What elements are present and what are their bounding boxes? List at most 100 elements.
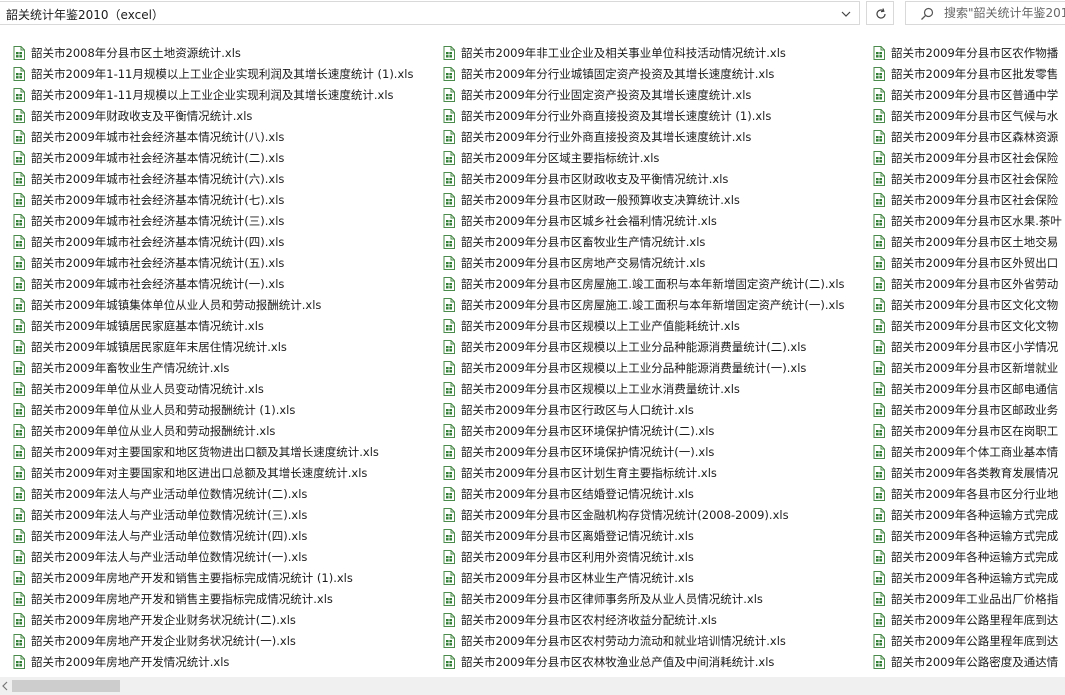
file-item[interactable]: 韶关市2009年房地产开发情况统计.xls xyxy=(0,651,229,672)
file-item[interactable]: 韶关市2009年分行业固定资产投资及其增长速度统计.xls xyxy=(430,84,751,105)
file-item[interactable]: 韶关市2009年分县市区房地产交易情况统计.xls xyxy=(430,252,705,273)
file-item[interactable]: 韶关市2009年单位从业人员和劳动报酬统计.xls xyxy=(0,420,275,441)
file-item[interactable]: 韶关市2009年公路里程年底到达 xyxy=(860,609,1058,630)
file-item[interactable]: 韶关市2009年城市社会经济基本情况统计(三).xls xyxy=(0,210,284,231)
file-item[interactable]: 韶关市2009年分县市区财政一般预算收支决算统计.xls xyxy=(430,189,740,210)
file-item[interactable]: 韶关市2009年分县市区普通中学 xyxy=(860,84,1058,105)
file-item[interactable]: 韶关市2009年城镇集体单位从业人员和劳动报酬统计.xls xyxy=(0,294,321,315)
file-item[interactable]: 韶关市2009年各类教育发展情况 xyxy=(860,462,1058,483)
file-item[interactable]: 韶关市2009年分县市区城乡社会福利情况统计.xls xyxy=(430,210,717,231)
file-item[interactable]: 韶关市2009年房地产开发和销售主要指标完成情况统计.xls xyxy=(0,588,333,609)
scroll-left-arrow-icon[interactable] xyxy=(1,681,9,691)
file-item[interactable]: 韶关市2009年各种运输方式完成 xyxy=(860,567,1058,588)
file-item[interactable]: 韶关市2009年各县市区分行业地 xyxy=(860,483,1058,504)
file-item[interactable]: 韶关市2009年分县市区规模以上工业分品种能源消费量统计(二).xls xyxy=(430,336,806,357)
address-path[interactable]: 韶关统计年鉴2010（excel） xyxy=(6,6,164,23)
file-item[interactable]: 韶关市2009年各种运输方式完成 xyxy=(860,546,1058,567)
file-item[interactable]: 韶关市2009年城市社会经济基本情况统计(五).xls xyxy=(0,252,284,273)
file-item[interactable]: 韶关市2009年分县市区小学情况 xyxy=(860,336,1058,357)
file-item[interactable]: 韶关市2009年分县市区外贸出口 xyxy=(860,252,1058,273)
file-item[interactable]: 韶关市2009年分县市区文化文物 xyxy=(860,315,1058,336)
file-item[interactable]: 韶关市2008年分县市区土地资源统计.xls xyxy=(0,42,241,63)
file-item[interactable]: 韶关市2009年分县市区农作物播 xyxy=(860,42,1058,63)
address-bar[interactable]: 韶关统计年鉴2010（excel） xyxy=(0,1,860,25)
file-item[interactable]: 韶关市2009年分县市区邮电通信 xyxy=(860,378,1058,399)
file-item[interactable]: 韶关市2009年个体工商业基本情 xyxy=(860,441,1058,462)
file-item[interactable]: 韶关市2009年分县市区社会保险 xyxy=(860,147,1058,168)
file-item[interactable]: 韶关市2009年分行业外商直接投资及其增长速度统计.xls xyxy=(430,126,751,147)
file-item[interactable]: 韶关市2009年单位从业人员和劳动报酬统计 (1).xls xyxy=(0,399,295,420)
file-item[interactable]: 韶关市2009年财政收支及平衡情况统计.xls xyxy=(0,105,252,126)
file-item[interactable]: 韶关市2009年对主要国家和地区进出口总额及其增长速度统计.xls xyxy=(0,462,367,483)
file-item[interactable]: 韶关市2009年分县市区新增就业 xyxy=(860,357,1058,378)
file-item[interactable]: 韶关市2009年分县市区环境保护情况统计(一).xls xyxy=(430,441,714,462)
file-item[interactable]: 韶关市2009年分县市区行政区与人口统计.xls xyxy=(430,399,694,420)
file-item[interactable]: 韶关市2009年法人与产业活动单位数情况统计(四).xls xyxy=(0,525,307,546)
file-item[interactable]: 韶关市2009年城市社会经济基本情况统计(一).xls xyxy=(0,273,284,294)
file-item[interactable]: 韶关市2009年分县市区利用外资情况统计.xls xyxy=(430,546,694,567)
file-item[interactable]: 韶关市2009年分县市区土地交易 xyxy=(860,231,1058,252)
file-item[interactable]: 韶关市2009年分县市区规模以上工业产值能耗统计.xls xyxy=(430,315,740,336)
file-item[interactable]: 韶关市2009年分县市区规模以上工业水消费量统计.xls xyxy=(430,378,740,399)
file-item[interactable]: 韶关市2009年分县市区房屋施工.竣工面积与本年新增固定资产统计(一).xls xyxy=(430,294,845,315)
file-item[interactable]: 韶关市2009年分县市区林业生产情况统计.xls xyxy=(430,567,694,588)
search-input[interactable] xyxy=(944,4,1065,22)
file-item[interactable]: 韶关市2009年分县市区律师事务所及从业人员情况统计.xls xyxy=(430,588,763,609)
file-item[interactable]: 韶关市2009年法人与产业活动单位数情况统计(一).xls xyxy=(0,546,307,567)
file-item[interactable]: 韶关市2009年分县市区森林资源 xyxy=(860,126,1058,147)
file-item[interactable]: 韶关市2009年城市社会经济基本情况统计(四).xls xyxy=(0,231,284,252)
file-item[interactable]: 韶关市2009年畜牧业生产情况统计.xls xyxy=(0,357,229,378)
file-item[interactable]: 韶关市2009年分县市区计划生育主要指标统计.xls xyxy=(430,462,717,483)
file-item[interactable]: 韶关市2009年分县市区房屋施工.竣工面积与本年新增固定资产统计(二).xls xyxy=(430,273,845,294)
file-item[interactable]: 韶关市2009年分县市区社会保险 xyxy=(860,168,1058,189)
file-item[interactable]: 韶关市2009年各种运输方式完成 xyxy=(860,525,1058,546)
file-item[interactable]: 韶关市2009年分行业城镇固定资产投资及其增长速度统计.xls xyxy=(430,63,774,84)
file-item[interactable]: 韶关市2009年房地产开发企业财务状况统计(二).xls xyxy=(0,609,296,630)
file-item[interactable]: 韶关市2009年城镇居民家庭年末居住情况统计.xls xyxy=(0,336,287,357)
file-item[interactable]: 韶关市2009年分县市区畜牧业生产情况统计.xls xyxy=(430,231,705,252)
file-item[interactable]: 韶关市2009年城市社会经济基本情况统计(七).xls xyxy=(0,189,284,210)
file-item[interactable]: 韶关市2009年分行业外商直接投资及其增长速度统计 (1).xls xyxy=(430,105,771,126)
file-item[interactable]: 韶关市2009年1-11月规模以上工业企业实现利润及其增长速度统计 (1).xl… xyxy=(0,63,413,84)
file-item[interactable]: 韶关市2009年分县市区农林牧渔业总产值及中间消耗统计.xls xyxy=(430,651,774,672)
file-item[interactable]: 韶关市2009年分县市区水果.茶叶 xyxy=(860,210,1062,231)
file-item[interactable]: 韶关市2009年各种运输方式完成 xyxy=(860,504,1058,525)
file-item[interactable]: 韶关市2009年法人与产业活动单位数情况统计(三).xls xyxy=(0,504,307,525)
file-item[interactable]: 韶关市2009年分县市区农村经济收益分配统计.xls xyxy=(430,609,717,630)
file-item[interactable]: 韶关市2009年城市社会经济基本情况统计(二).xls xyxy=(0,147,284,168)
file-item[interactable]: 韶关市2009年分县市区规模以上工业分品种能源消费量统计(一).xls xyxy=(430,357,806,378)
scrollbar-thumb[interactable] xyxy=(12,680,120,692)
file-item[interactable]: 韶关市2009年分县市区农村劳动力流动和就业培训情况统计.xls xyxy=(430,630,786,651)
file-item[interactable]: 韶关市2009年分县市区批发零售 xyxy=(860,63,1058,84)
file-item[interactable]: 韶关市2009年城镇居民家庭基本情况统计.xls xyxy=(0,315,264,336)
file-item[interactable]: 韶关市2009年分区域主要指标统计.xls xyxy=(430,147,659,168)
file-item[interactable]: 韶关市2009年分县市区环境保护情况统计(二).xls xyxy=(430,420,714,441)
file-item[interactable]: 韶关市2009年非工业企业及相关事业单位科技活动情况统计.xls xyxy=(430,42,786,63)
file-item[interactable]: 韶关市2009年分县市区结婚登记情况统计.xls xyxy=(430,483,694,504)
file-item[interactable]: 韶关市2009年分县市区离婚登记情况统计.xls xyxy=(430,525,694,546)
file-item[interactable]: 韶关市2009年单位从业人员变动情况统计.xls xyxy=(0,378,264,399)
file-item[interactable]: 韶关市2009年对主要国家和地区货物进出口额及其增长速度统计.xls xyxy=(0,441,379,462)
file-item[interactable]: 韶关市2009年分县市区气候与水 xyxy=(860,105,1058,126)
file-item[interactable]: 韶关市2009年分县市区财政收支及平衡情况统计.xls xyxy=(430,168,728,189)
file-item[interactable]: 韶关市2009年分县市区金融机构存贷情况统计(2008-2009).xls xyxy=(430,504,789,525)
file-item[interactable]: 韶关市2009年房地产开发企业财务状况统计(一).xls xyxy=(0,630,296,651)
file-item[interactable]: 韶关市2009年房地产开发和销售主要指标完成情况统计 (1).xls xyxy=(0,567,353,588)
file-item[interactable]: 韶关市2009年公路里程年底到达 xyxy=(860,630,1058,651)
file-item[interactable]: 韶关市2009年城市社会经济基本情况统计(六).xls xyxy=(0,168,284,189)
file-item[interactable]: 韶关市2009年分县市区社会保险 xyxy=(860,189,1058,210)
file-item[interactable]: 韶关市2009年分县市区邮政业务 xyxy=(860,399,1058,420)
file-item[interactable]: 韶关市2009年分县市区外省劳动 xyxy=(860,273,1058,294)
file-item[interactable]: 韶关市2009年公路密度及通达情 xyxy=(860,651,1058,672)
refresh-button[interactable] xyxy=(866,1,894,25)
file-item[interactable]: 韶关市2009年1-11月规模以上工业企业实现利润及其增长速度统计.xls xyxy=(0,84,394,105)
horizontal-scrollbar[interactable] xyxy=(0,677,1065,695)
file-name: 韶关市2009年分县市区农林牧渔业总产值及中间消耗统计.xls xyxy=(461,654,775,669)
search-box[interactable] xyxy=(905,1,1065,25)
chevron-down-icon[interactable] xyxy=(838,6,854,22)
file-item[interactable]: 韶关市2009年法人与产业活动单位数情况统计(二).xls xyxy=(0,483,307,504)
file-item[interactable]: 韶关市2009年分县市区文化文物 xyxy=(860,294,1058,315)
file-item[interactable]: 韶关市2009年工业品出厂价格指 xyxy=(860,588,1058,609)
file-item[interactable]: 韶关市2009年城市社会经济基本情况统计(八).xls xyxy=(0,126,284,147)
file-item[interactable]: 韶关市2009年分县市区在岗职工 xyxy=(860,420,1058,441)
